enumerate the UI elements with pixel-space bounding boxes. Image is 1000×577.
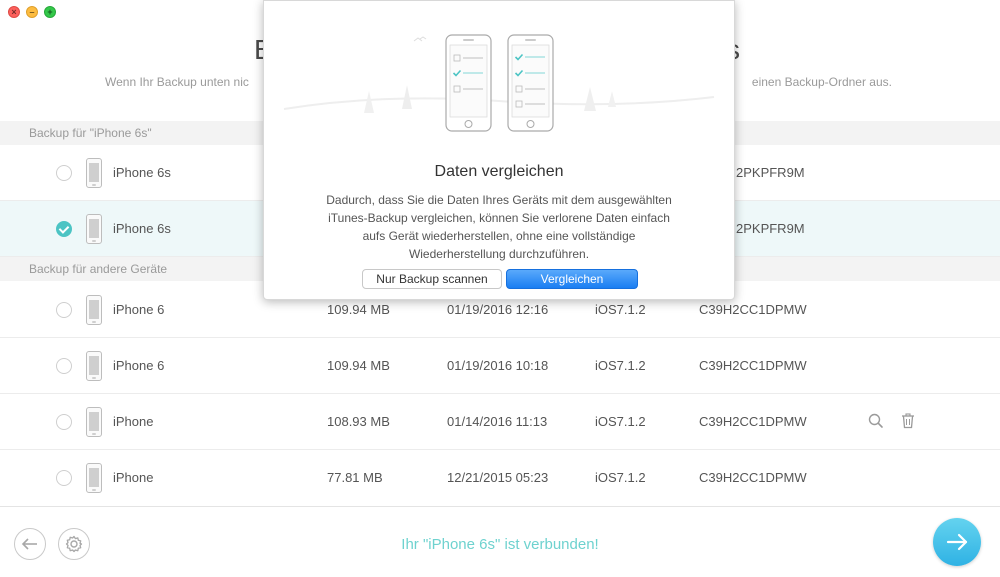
backup-row[interactable]: iPhone 6 109.94 MB 01/19/2016 10:18 iOS7…: [0, 338, 1000, 394]
iphone-icon: [86, 407, 102, 437]
device-name: iPhone 6s: [113, 165, 171, 180]
dialog-text-line: aufs Gerät wiederherstellen, ohne eine v…: [362, 229, 636, 243]
backup-radio[interactable]: [56, 165, 72, 181]
window-controls: × – +: [8, 6, 56, 18]
iphone-icon: [86, 158, 102, 188]
ios-version: iOS7.1.2: [595, 358, 646, 373]
iphone-icon: [86, 295, 102, 325]
dialog-text-line: Wiederherstellung durchzuführen.: [408, 247, 590, 261]
backup-radio[interactable]: [56, 470, 72, 486]
footer-divider: [0, 506, 1000, 507]
serial-number: 2PKPFR9M: [736, 165, 805, 180]
section-label: Backup für "iPhone 6s": [29, 126, 152, 140]
backup-size: 109.94 MB: [327, 358, 390, 373]
dialog-description: Dadurch, dass Sie die Daten Ihres Geräts…: [304, 191, 694, 263]
zoom-icon: +: [47, 7, 53, 17]
iphone-icon: [86, 214, 102, 244]
search-icon[interactable]: [866, 411, 886, 431]
backup-date: 12/21/2015 05:23: [447, 470, 549, 485]
section-label: Backup für andere Geräte: [29, 262, 168, 276]
backup-date: 01/19/2016 10:18: [447, 358, 549, 373]
trash-icon[interactable]: [898, 411, 918, 431]
iphone-icon: [86, 463, 102, 493]
dialog-title: Daten vergleichen: [434, 163, 564, 180]
serial-number: C39H2CC1DPMW: [699, 358, 807, 373]
serial-number: C39H2CC1DPMW: [699, 470, 807, 485]
backup-radio[interactable]: [56, 302, 72, 318]
subtitle-right: einen Backup-Ordner aus.: [751, 75, 892, 89]
ios-version: iOS7.1.2: [595, 414, 646, 429]
minimize-window-button[interactable]: –: [26, 6, 38, 18]
iphone-icon: [86, 351, 102, 381]
device-name: iPhone 6: [113, 358, 165, 373]
compare-dialog: Daten vergleichen Dadurch, dass Sie die …: [263, 0, 735, 300]
backup-radio[interactable]: [56, 358, 72, 374]
device-name: iPhone 6s: [113, 221, 171, 236]
compare-button[interactable]: Vergleichen: [506, 269, 638, 289]
device-name: iPhone 6: [113, 302, 165, 317]
backup-row[interactable]: iPhone 108.93 MB 01/14/2016 11:13 iOS7.1…: [0, 394, 1000, 450]
next-button[interactable]: [933, 518, 981, 566]
serial-number: 2PKPFR9M: [736, 221, 805, 236]
backup-row[interactable]: iPhone 77.81 MB 12/21/2015 05:23 iOS7.1.…: [0, 450, 1000, 506]
backup-radio[interactable]: [56, 414, 72, 430]
close-icon: ×: [11, 7, 17, 17]
connection-status: Ihr "iPhone 6s" ist verbunden!: [401, 536, 599, 553]
device-name: iPhone: [113, 470, 154, 485]
ios-version: iOS7.1.2: [595, 470, 646, 485]
backup-date: 01/14/2016 11:13: [447, 414, 548, 429]
minimize-icon: –: [29, 7, 35, 17]
dialog-text-line: iTunes-Backup vergleichen, können Sie ve…: [328, 211, 670, 225]
device-name: iPhone: [113, 414, 154, 429]
serial-number: C39H2CC1DPMW: [699, 414, 807, 429]
dialog-text-line: Dadurch, dass Sie die Daten Ihres Geräts…: [326, 193, 672, 207]
checkmark-icon[interactable]: [56, 221, 72, 237]
zoom-window-button[interactable]: +: [44, 6, 56, 18]
comparison-illustration: [283, 34, 715, 132]
scan-backup-only-button[interactable]: Nur Backup scannen: [362, 269, 502, 289]
subtitle-left: Wenn Ihr Backup unten nic: [105, 75, 249, 89]
backup-size: 77.81 MB: [327, 470, 383, 485]
backup-size: 108.93 MB: [327, 414, 390, 429]
arrow-right-icon: [946, 533, 968, 551]
close-window-button[interactable]: ×: [8, 6, 20, 18]
